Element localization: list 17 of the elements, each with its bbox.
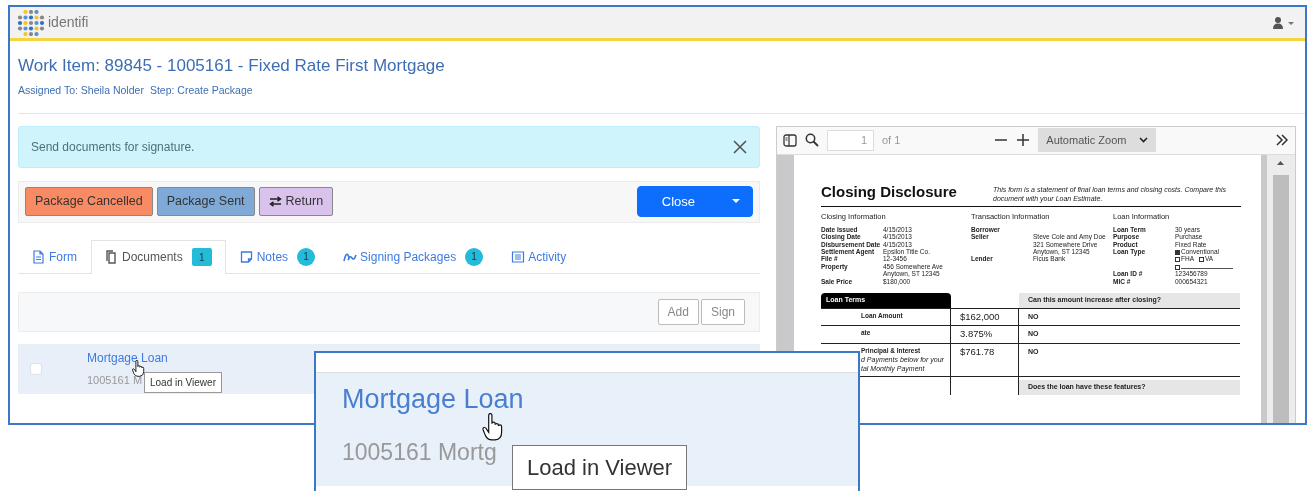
tooltip: Load in Viewer [144, 371, 222, 393]
alert-message: Send documents for signature. [31, 138, 195, 156]
document-title: Closing Disclosure [821, 181, 957, 202]
step-text: Step: Create Package [149, 83, 253, 99]
logo-text: identifi [48, 13, 89, 32]
count-badge: 1 [465, 247, 484, 266]
term-amount: $761.78 [960, 345, 995, 357]
count-badge: 1 [297, 247, 316, 266]
document-subtitle: 1005161 M [87, 373, 143, 389]
count-badge: 1 [191, 248, 212, 267]
term-amount: 3.875% [960, 328, 993, 340]
work-item-title: Work Item: 89845 - 1005161 - Fixed Rate First Mortgage [18, 55, 446, 77]
term-amount: $162,000 [960, 310, 1000, 322]
page-count-text: of 1 [882, 133, 901, 149]
tooltip: Load in Viewer [512, 445, 688, 490]
document-subtitle: 1005161 Mortg [342, 437, 497, 467]
assigned-to-text: Assigned To: Sheila Nolder [18, 83, 144, 99]
